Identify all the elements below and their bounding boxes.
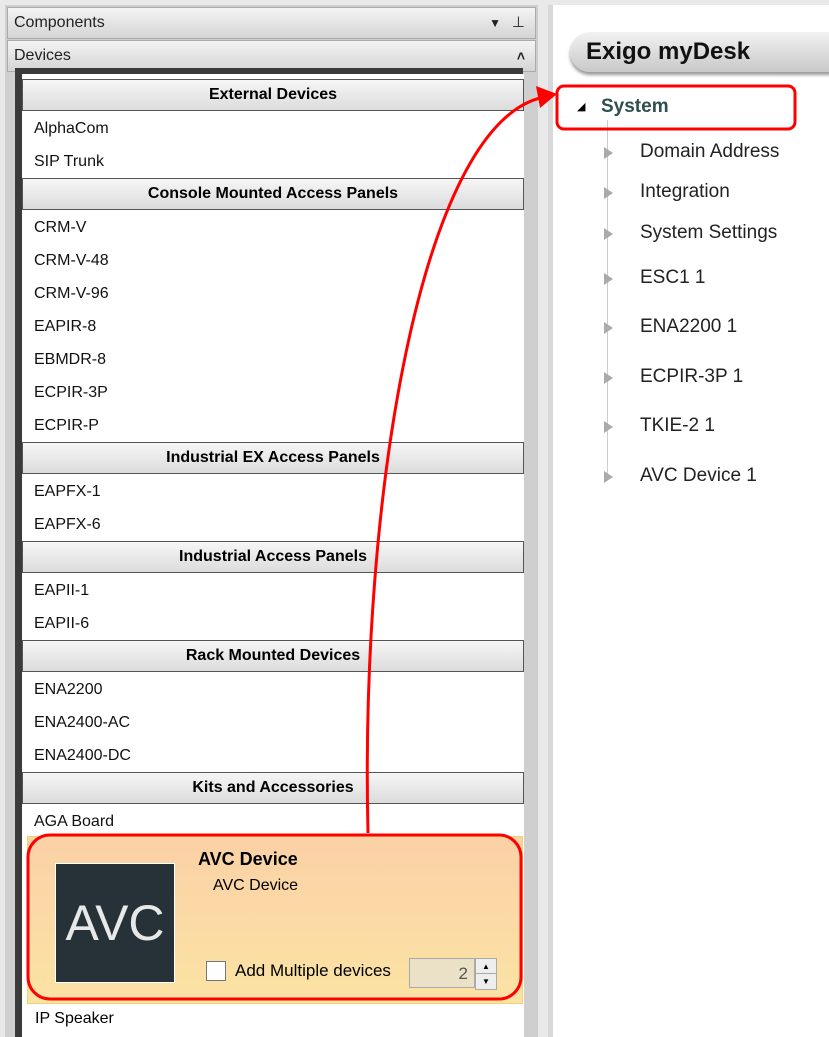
annotation-system-box	[555, 84, 797, 131]
annotation-card-box	[26, 833, 523, 1001]
annotation-arrow	[365, 96, 541, 834]
annotation-overlay	[26, 84, 797, 1001]
arrow-head-icon	[536, 86, 557, 108]
